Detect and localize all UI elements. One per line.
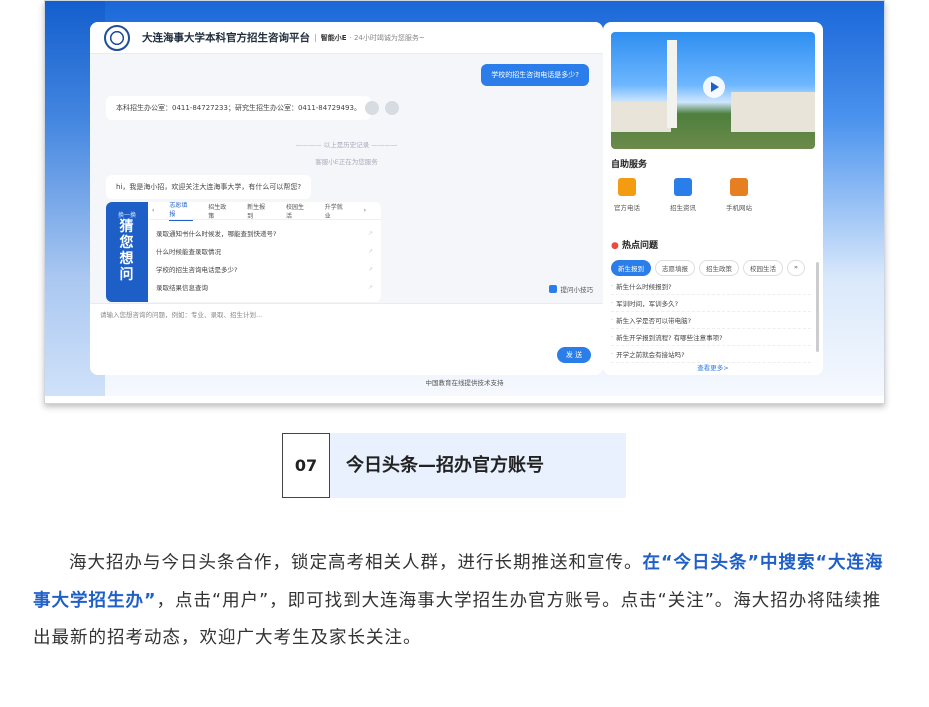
- hot-tabs: 新生报到 志愿填报 招生政策 校园生活 »: [611, 260, 809, 276]
- guess-list: 录取通知书什么时候发，哪能查到快递号? ↗ 什么时候能查录取情况 ↗ 学校的招生咨询…: [156, 224, 373, 296]
- chat-header: 大连海事大学本科官方招生咨询平台 | 智能小E · 24小时竭诚为您服务~: [90, 22, 603, 54]
- chat-panel: 大连海事大学本科官方招生咨询平台 | 智能小E · 24小时竭诚为您服务~ 学校…: [90, 22, 603, 375]
- section-number: 07: [282, 433, 330, 498]
- html5-icon: [730, 178, 748, 196]
- tab-volunteer[interactable]: 志愿填报: [169, 202, 194, 221]
- chat-title: 大连海事大学本科官方招生咨询平台: [142, 32, 310, 44]
- embedded-screenshot: 大连海事大学本科官方招生咨询平台 | 智能小E · 24小时竭诚为您服务~ 学校…: [44, 0, 885, 404]
- list-item[interactable]: 录取结果信息查询 ↗: [156, 278, 373, 296]
- guess-char: 猜: [119, 219, 135, 235]
- question-icon: [548, 285, 557, 293]
- prev-arrow-icon[interactable]: ‹: [152, 207, 154, 214]
- refresh-button[interactable]: 换一换: [106, 210, 148, 219]
- right-panel: 自助服务 官方电话 招生资讯 手机网站 ● 热点问题 新生报到 志愿填报 招生政…: [603, 22, 823, 375]
- hot-list: 新生什么时候报到? 军训时间，军训多久? 新生入学是否可以带电脑? 新生开学报到…: [611, 278, 811, 363]
- send-button[interactable]: 发 送: [557, 347, 591, 363]
- self-service-title: 自助服务: [611, 160, 648, 170]
- thumbs-down-icon[interactable]: [385, 101, 399, 115]
- title-separator: |: [314, 33, 317, 42]
- list-item[interactable]: 什么时候能查录取情况 ↗: [156, 242, 373, 260]
- hot-tab-registration[interactable]: 新生报到: [611, 260, 651, 276]
- fire-icon: ●: [611, 241, 619, 251]
- university-logo: [104, 24, 130, 51]
- guess-questions-card: 换一换 猜 您 想 问 ‹ 志愿填报 招生政策 新生报到 校园生活 升学就业 ›…: [106, 202, 381, 302]
- list-item[interactable]: 新生开学报到流程? 有哪些注意事项?: [611, 329, 811, 346]
- service-official-phone[interactable]: 官方电话: [603, 178, 655, 212]
- guess-char: 想: [119, 251, 135, 267]
- bot-brand: 智能小E: [320, 33, 347, 42]
- hot-tab-volunteer[interactable]: 志愿填报: [655, 260, 695, 276]
- paragraph-text: ，点击“用户”，即可找到大连海事大学招生办官方账号。点击“关注”。海大招办将陆续…: [33, 590, 882, 649]
- history-divider: ———— 以上是历史记录 ————: [295, 141, 398, 149]
- more-link[interactable]: 查看更多>: [603, 362, 823, 372]
- hot-tab-policy[interactable]: 招生政策: [699, 260, 739, 276]
- chat-subtitle: · 24小时竭诚为您服务~: [349, 33, 425, 42]
- guess-char: 您: [119, 235, 135, 251]
- list-item[interactable]: 开学之前就会有接站吗?: [611, 346, 811, 363]
- tab-campus[interactable]: 校园生活: [286, 202, 310, 220]
- bot-greeting: hi，我是海小招，欢迎关注大连海事大学，有什么可以帮您?: [106, 175, 312, 199]
- play-icon[interactable]: [703, 76, 725, 98]
- campus-video[interactable]: [611, 32, 815, 149]
- input-placeholder: 请输入您想咨询的问题，例如：专业、录取、招生计划...: [100, 311, 263, 319]
- guess-tabs: ‹ 志愿填报 招生政策 新生报到 校园生活 升学就业 ›: [148, 202, 381, 221]
- tips-link[interactable]: 提问小技巧: [548, 284, 593, 294]
- tab-registration[interactable]: 新生报到: [247, 202, 271, 220]
- body-paragraph: 海大招办与今日头条合作，锁定高考相关人群，进行长期推送和宣传。在“今日头条”中搜…: [33, 545, 893, 658]
- section-title: 今日头条—招办官方账号: [346, 455, 544, 476]
- phone-icon: [618, 178, 636, 196]
- next-arrow-icon[interactable]: ›: [364, 207, 366, 214]
- bot-reply: 本科招生办公室：0411-84727233；研究生招生办公室：0411-8472…: [106, 96, 371, 120]
- scrollbar[interactable]: [816, 262, 819, 352]
- tech-support-note: 中国教育在线提供技术支持: [425, 379, 504, 387]
- service-mobile-site[interactable]: 手机网站: [711, 178, 767, 212]
- user-message: 学校的招生咨询电话是多少?: [481, 64, 589, 86]
- hot-tab-campus[interactable]: 校园生活: [743, 260, 783, 276]
- message-input[interactable]: 请输入您想咨询的问题，例如：专业、录取、招生计划... 发 送: [90, 303, 603, 375]
- next-icon[interactable]: »: [787, 260, 805, 276]
- list-item[interactable]: 学校的招生咨询电话是多少? ↗: [156, 260, 373, 278]
- section-heading: 07 今日头条—招办官方账号: [282, 433, 626, 498]
- list-item[interactable]: 新生入学是否可以带电脑?: [611, 312, 811, 329]
- guess-sidebar: 换一换 猜 您 想 问: [106, 202, 148, 302]
- tab-career[interactable]: 升学就业: [325, 202, 349, 220]
- list-item[interactable]: 录取通知书什么时候发，哪能查到快递号? ↗: [156, 224, 373, 242]
- list-item[interactable]: 军训时间，军训多久?: [611, 295, 811, 312]
- tab-policy[interactable]: 招生政策: [208, 202, 232, 220]
- paragraph-text: 海大招办与今日头条合作，锁定高考相关人群，进行长期推送和宣传。: [69, 553, 643, 573]
- hot-questions-title: ● 热点问题: [611, 241, 659, 251]
- service-admission-news[interactable]: 招生资讯: [655, 178, 711, 212]
- document-icon: [674, 178, 692, 196]
- guess-char: 问: [119, 267, 135, 283]
- thumbs-up-icon[interactable]: [365, 101, 379, 115]
- agent-status: 客服小E正在为您服务: [315, 158, 378, 166]
- list-item[interactable]: 新生什么时候报到?: [611, 278, 811, 295]
